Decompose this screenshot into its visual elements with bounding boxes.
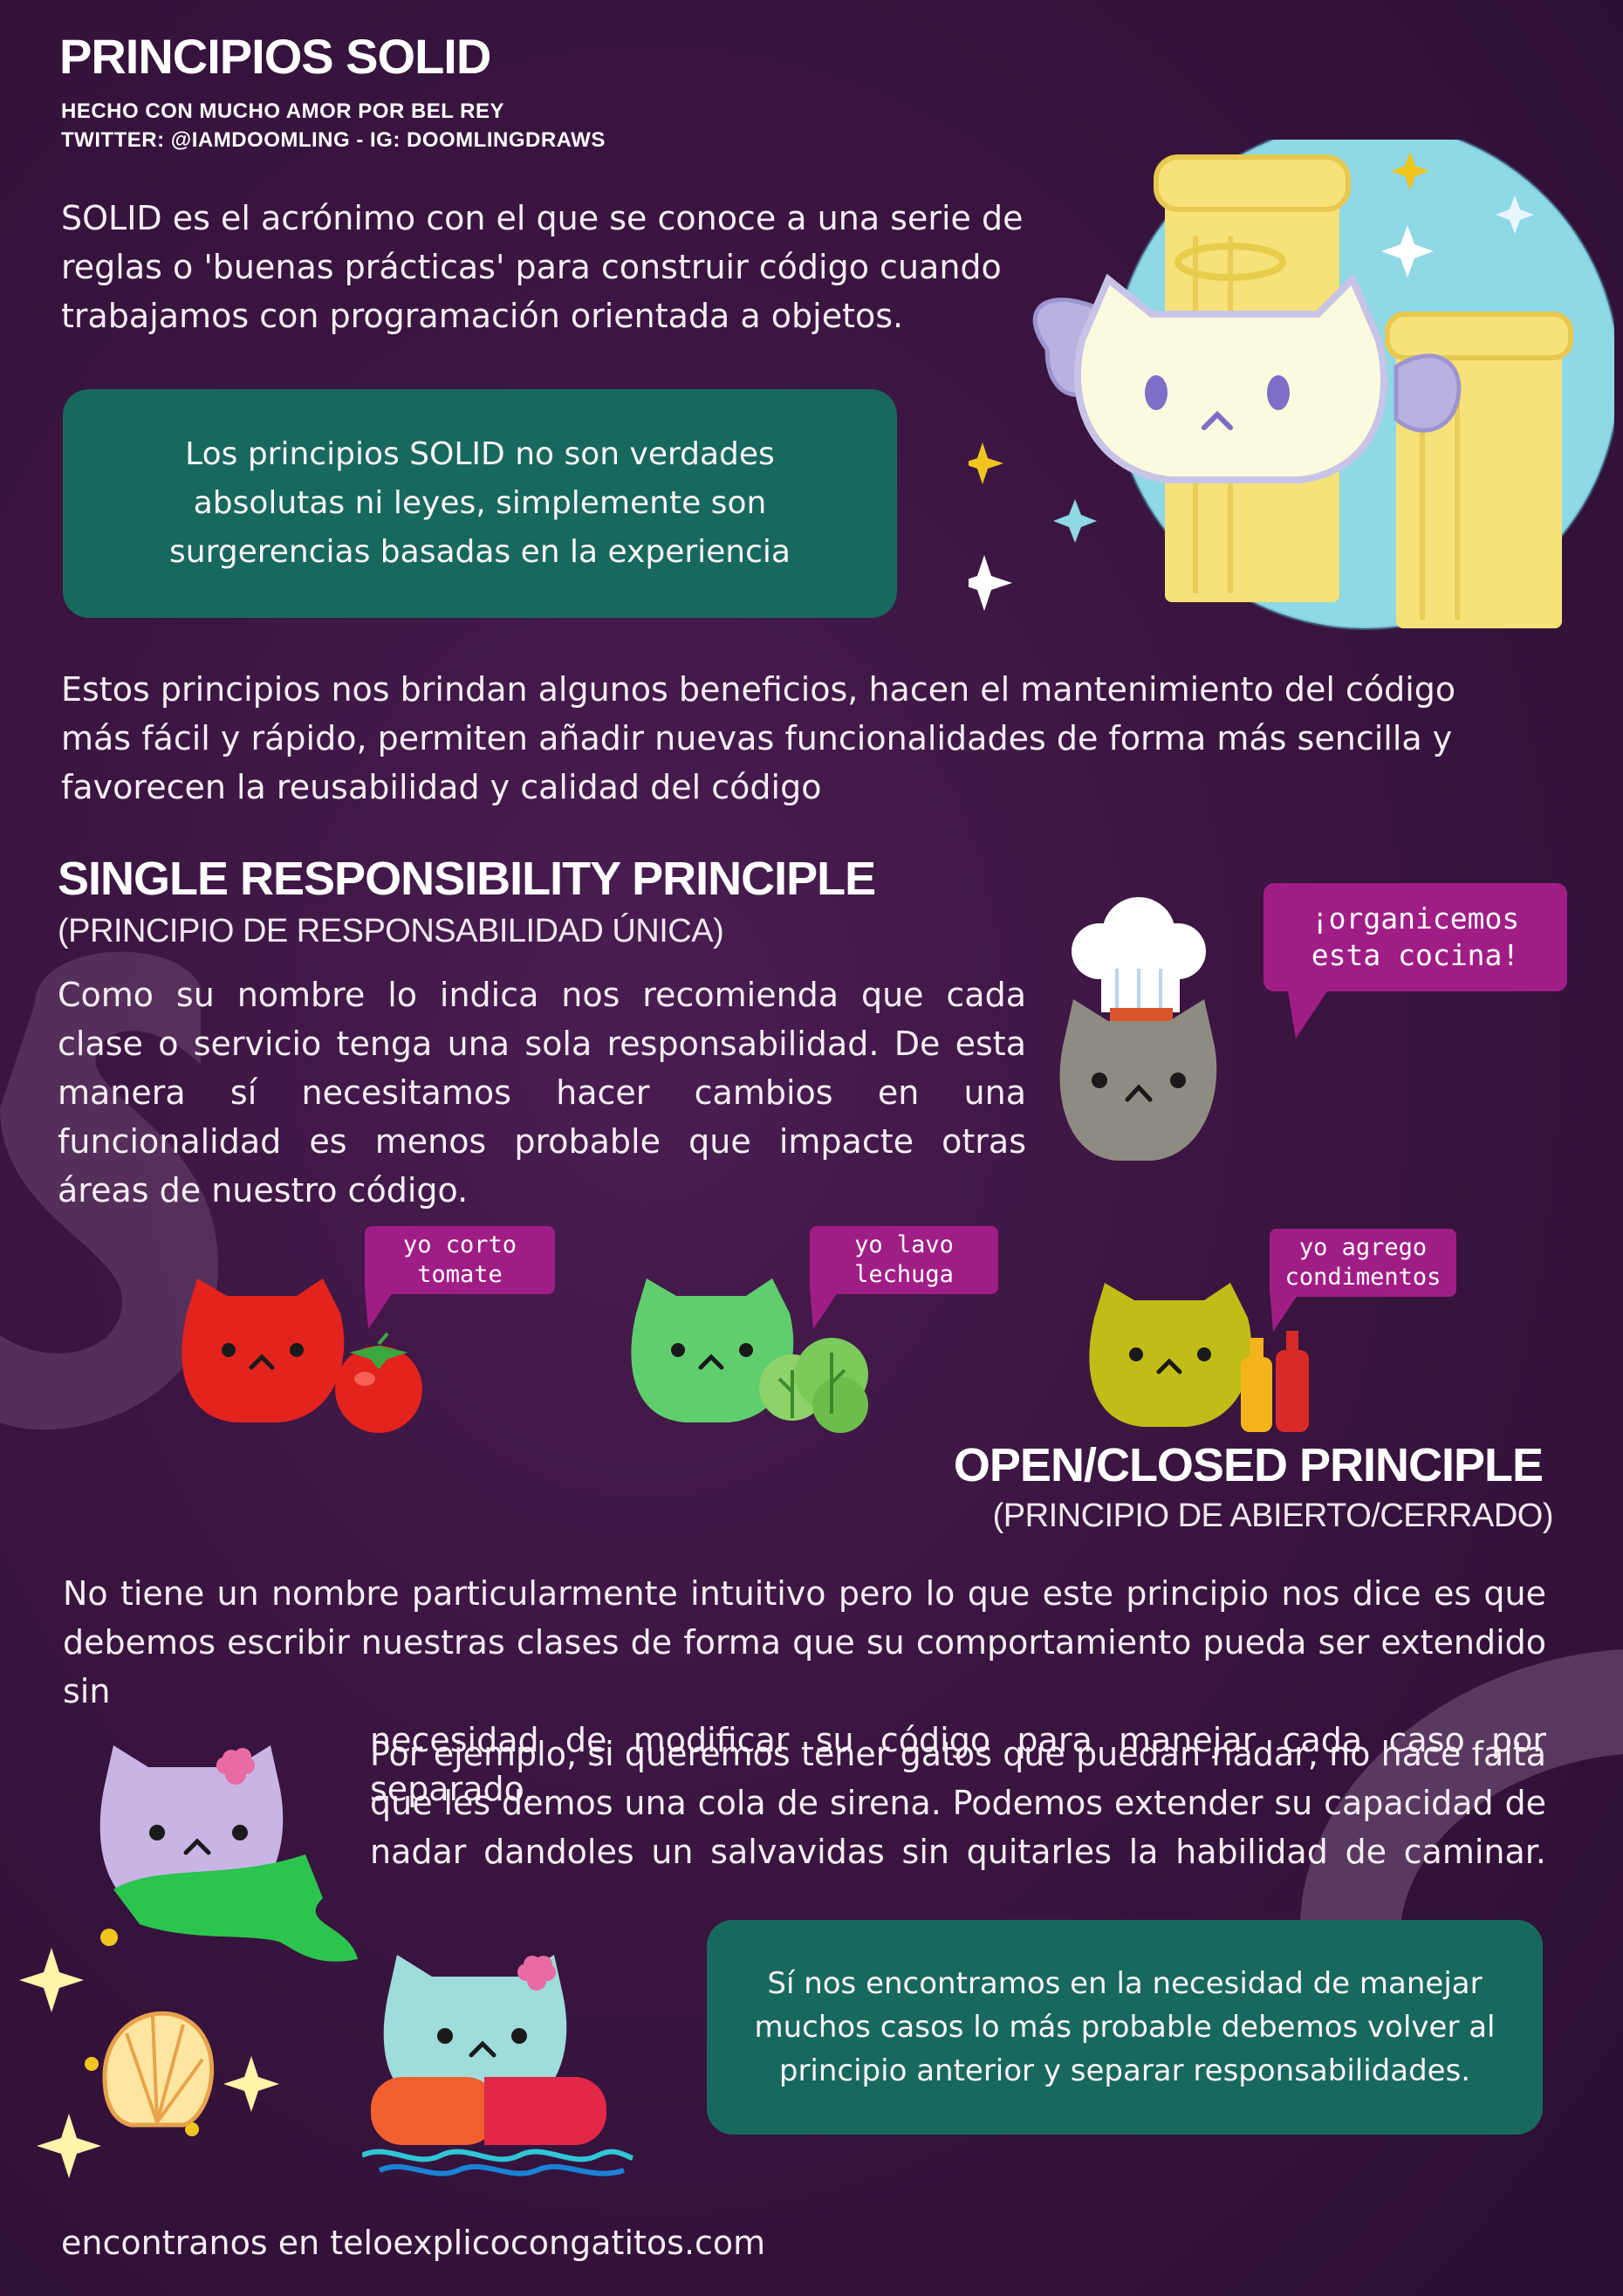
ocp-example-paragraph: Por ejemplo, si queremos tener gatos que… bbox=[370, 1730, 1546, 1876]
tomato-bubble-tail bbox=[365, 1287, 396, 1329]
chef-speech-bubble: ¡organicemos esta cocina! bbox=[1263, 883, 1567, 991]
srp-line: manera sí necesitamos hacer cambios en u… bbox=[58, 1073, 1026, 1112]
benefits-paragraph: Estos principios nos brindan algunos ben… bbox=[61, 665, 1455, 812]
ocp-line: debemos escribir nuestras clases de form… bbox=[63, 1623, 1546, 1710]
footer-link[interactable]: encontranos en teloexplicocongatitos.com bbox=[61, 2224, 765, 2262]
tomato-icon bbox=[335, 1332, 422, 1433]
lettuce-bubble-tail bbox=[810, 1287, 841, 1329]
angel-cat-illustration bbox=[969, 140, 1614, 630]
benefits-line: Estos principios nos brindan algunos ben… bbox=[61, 670, 1456, 709]
shell-sparkles-illustration bbox=[19, 1929, 279, 2178]
note-line: Los principios SOLID no son verdades bbox=[185, 436, 775, 472]
srp-line: clase o servicio tenga una sola responsa… bbox=[58, 1025, 1026, 1063]
intro-paragraph: SOLID es el acrónimo con el que se conoc… bbox=[61, 194, 1024, 340]
solid-note-box: Los principios SOLID no son verdades abs… bbox=[63, 389, 897, 618]
intro-line: reglas o 'buenas prácticas' para constru… bbox=[61, 248, 1002, 286]
example-line: que les demos una cola de sirena. Podemo… bbox=[370, 1784, 1546, 1822]
lifebuoy-cat-illustration bbox=[362, 1955, 634, 2176]
srp-subtitle: (PRINCIPIO DE RESPONSABILIDAD ÚNICA) bbox=[58, 913, 724, 949]
note-line: absolutas ni leyes, simplemente son bbox=[193, 485, 767, 521]
intro-line: trabajamos con programación orientada a … bbox=[61, 297, 904, 335]
srp-line: áreas de nuestro código. bbox=[58, 1171, 469, 1210]
note-line: surgerencias basadas en la experiencia bbox=[169, 534, 791, 570]
condiments-bubble-tail bbox=[1270, 1290, 1301, 1332]
social-line: TWITTER: @IAMDOOMLING - IG: DOOMLINGDRAW… bbox=[61, 128, 606, 152]
example-line: nadar dandoles un salvavidas sin quitarl… bbox=[370, 1833, 1546, 1871]
note-line: muchos casos lo más probable debemos vol… bbox=[754, 2010, 1496, 2045]
lettuce-icon bbox=[759, 1338, 868, 1433]
ocp-heading: OPEN/CLOSED PRINCIPLE bbox=[953, 1439, 1544, 1491]
page-title: PRINCIPIOS SOLID bbox=[59, 29, 491, 84]
chef-bubble-tail bbox=[1287, 986, 1331, 1038]
srp-line: funcionalidad es menos probable que impa… bbox=[58, 1122, 1026, 1161]
ocp-subtitle: (PRINCIPIO DE ABIERTO/CERRADO) bbox=[992, 1498, 1554, 1534]
srp-line: Como su nombre lo indica nos recomienda … bbox=[58, 976, 1026, 1014]
srp-paragraph: Como su nombre lo indica nos recomienda … bbox=[58, 970, 1026, 1215]
condiments-icon bbox=[1241, 1331, 1309, 1432]
condiments-cat-bubble: yo agrego condimentos bbox=[1270, 1229, 1456, 1297]
chef-cat-illustration bbox=[1059, 897, 1217, 1161]
credit-line: HECHO CON MUCHO AMOR POR BEL REY bbox=[61, 99, 505, 123]
tomato-cat-bubble: yo corto tomate bbox=[365, 1226, 555, 1294]
example-line: Por ejemplo, si queremos tener gatos que… bbox=[370, 1735, 1546, 1773]
note-line: Sí nos encontramos en la necesidad de ma… bbox=[767, 1966, 1483, 2001]
lettuce-cat-bubble: yo lavo lechuga bbox=[810, 1226, 998, 1294]
ocp-line: No tiene un nombre particularmente intui… bbox=[63, 1574, 1546, 1613]
ocp-note-box: Sí nos encontramos en la necesidad de ma… bbox=[707, 1920, 1543, 2135]
srp-heading: SINGLE RESPONSIBILITY PRINCIPLE bbox=[58, 853, 876, 905]
benefits-line: más fácil y rápido, permiten añadir nuev… bbox=[61, 719, 1453, 757]
intro-line: SOLID es el acrónimo con el que se conoc… bbox=[61, 199, 1024, 237]
note-line: principio anterior y separar responsabil… bbox=[778, 2053, 1471, 2088]
benefits-line: favorecen la reusabilidad y calidad del … bbox=[61, 768, 822, 806]
